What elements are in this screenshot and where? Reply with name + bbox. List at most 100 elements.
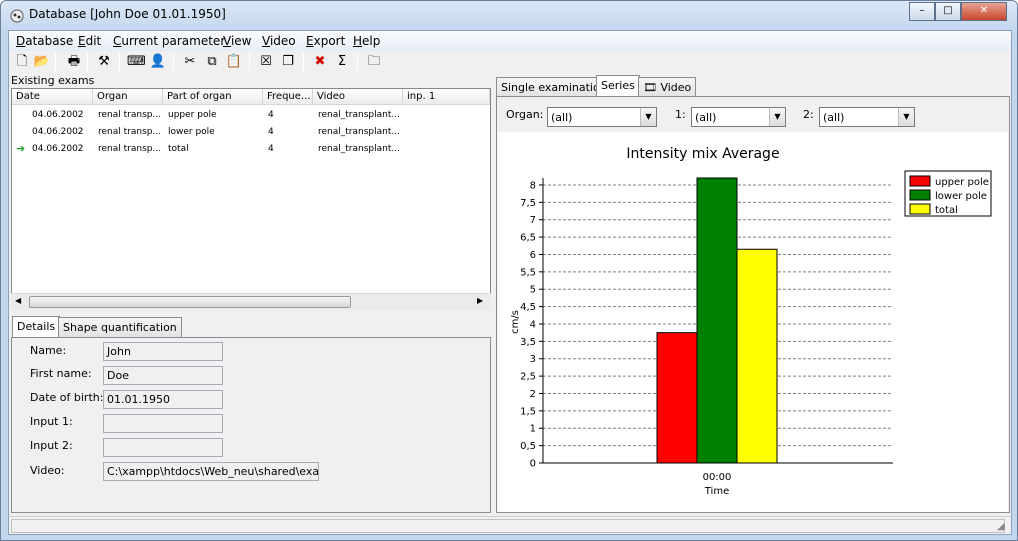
user-icon[interactable]: 👤	[149, 53, 167, 71]
legend-swatch	[909, 189, 931, 201]
y-tick-label: 4,5	[520, 302, 536, 313]
y-tick-label: 4	[530, 319, 536, 330]
new-file-icon[interactable]: 🗋	[13, 53, 31, 71]
video-film-icon: 🎞	[643, 81, 657, 94]
title-bar[interactable]: Database [John Doe 01.01.1950] – □ ✕	[1, 1, 1017, 30]
chevron-down-icon[interactable]: ▼	[769, 108, 785, 126]
scroll-right-icon[interactable]: ▶	[477, 296, 483, 305]
toolbar-separator	[55, 53, 56, 71]
tools-icon[interactable]: ⚒	[95, 53, 113, 71]
bar-total	[736, 248, 778, 464]
cell-video: renal_transplant...	[318, 144, 400, 154]
input-1-field[interactable]	[103, 414, 223, 433]
column-input-1[interactable]: inp. 1	[403, 89, 490, 105]
series-chart: Intensity mix Average 0 0,5 1 1,5 2 2,5 3 3,5 4 4…	[498, 132, 1008, 512]
scroll-left-icon[interactable]: ◀	[15, 296, 21, 305]
menu-help[interactable]: Help	[353, 34, 380, 48]
series-panel: Organ: (all) ▼ 1: (all) ▼ 2: (all) ▼ Int…	[496, 96, 1010, 513]
app-icon	[10, 9, 24, 23]
tab-video[interactable]: 🎞 Video	[638, 77, 697, 97]
bar-lower-pole	[696, 177, 738, 464]
y-tick-label: 1	[530, 424, 536, 435]
copy-icon[interactable]: ⧉	[203, 53, 221, 71]
menu-database[interactable]: Database	[16, 34, 73, 48]
chevron-down-icon[interactable]: ▼	[898, 108, 914, 126]
cut-icon[interactable]: ✂	[181, 53, 199, 71]
column-part-of-organ[interactable]: Part of organ	[163, 89, 263, 105]
table-row[interactable]: ➔ 04.06.2002 renal transp... total 4 ren…	[12, 141, 490, 157]
status-pane	[11, 519, 1005, 533]
minimize-button[interactable]: –	[909, 2, 935, 21]
video-path-field[interactable]: C:\xampp\htdocs\Web_neu\shared\exampl	[103, 462, 319, 481]
table-row[interactable]: 04.06.2002 renal transp... lower pole 4 …	[12, 124, 490, 140]
delete-box-icon[interactable]: ☒	[257, 53, 275, 71]
chart-legend: upper pole lower pole total	[904, 170, 992, 217]
legend-label: total	[935, 205, 958, 216]
first-name-label: First name:	[30, 367, 92, 380]
filter-2-select[interactable]: (all) ▼	[819, 107, 915, 127]
cell-frequency: 4	[268, 144, 274, 154]
legend-label: lower pole	[935, 191, 987, 202]
maximize-button[interactable]: □	[935, 2, 961, 21]
name-field[interactable]: John	[103, 342, 223, 361]
y-tick-label: 2	[530, 389, 536, 400]
cell-organ: renal transp...	[98, 127, 160, 137]
tab-series[interactable]: Series	[596, 75, 640, 97]
column-video[interactable]: Video	[313, 89, 403, 105]
filter-1-select[interactable]: (all) ▼	[691, 107, 786, 127]
filter-2-value: (all)	[823, 111, 845, 124]
table-row[interactable]: 04.06.2002 renal transp... upper pole 4 …	[12, 107, 490, 123]
y-axis-label: cm/s	[510, 310, 521, 334]
window-icon[interactable]: ❐	[279, 53, 297, 71]
first-name-field[interactable]: Doe	[103, 366, 223, 385]
y-tick-label: 1,5	[520, 406, 536, 417]
existing-exams-label: Existing exams	[11, 74, 95, 87]
resize-grip-icon[interactable]: ◢	[997, 521, 1005, 532]
menu-export[interactable]: Export	[306, 34, 345, 48]
menu-current-parameter[interactable]: Current parameter	[113, 34, 225, 48]
legend-swatch	[909, 175, 931, 187]
cell-date: 04.06.2002	[32, 127, 84, 137]
details-panel: Name: John First name: Doe Date of birth…	[11, 337, 491, 513]
bar-upper-pole	[656, 332, 698, 464]
organ-select-value: (all)	[551, 111, 573, 124]
scroll-thumb[interactable]	[29, 296, 351, 308]
paste-icon[interactable]: 📋	[225, 53, 243, 71]
filter-2-label: 2:	[803, 108, 814, 121]
menu-edit[interactable]: Edit	[78, 34, 101, 48]
filter-1-label: 1:	[675, 108, 686, 121]
y-tick-label: 8	[530, 180, 536, 191]
y-tick-label: 7	[530, 215, 536, 226]
x-axis-label: Time	[704, 486, 729, 497]
column-organ[interactable]: Organ	[93, 89, 163, 105]
column-date[interactable]: Date	[12, 89, 93, 105]
date-of-birth-field[interactable]: 01.01.1950	[103, 390, 223, 409]
exams-list[interactable]: Date Organ Part of organ Freque... Video…	[11, 88, 491, 310]
tab-shape-quantification[interactable]: Shape quantification	[58, 317, 182, 337]
delete-x-icon[interactable]: ✖	[311, 53, 329, 71]
folder-icon[interactable]: 🗀	[365, 53, 383, 71]
print-icon[interactable]: 🖶	[65, 53, 83, 71]
cell-part: lower pole	[168, 127, 215, 137]
close-button[interactable]: ✕	[961, 2, 1007, 21]
menu-view[interactable]: View	[223, 34, 251, 48]
cell-part: upper pole	[168, 110, 217, 120]
tab-single-examination[interactable]: Single examination	[496, 77, 612, 97]
tab-video-label: Video	[660, 81, 692, 94]
input-2-field[interactable]	[103, 438, 223, 457]
toolbar-separator	[87, 53, 88, 71]
sum-icon[interactable]: Σ	[333, 53, 351, 71]
organ-select[interactable]: (all) ▼	[547, 107, 657, 127]
column-frequency[interactable]: Freque...	[263, 89, 313, 105]
keyboard-icon[interactable]: ⌨	[127, 53, 146, 71]
horizontal-scrollbar[interactable]: ◀ ▶	[11, 293, 491, 310]
open-folder-icon[interactable]: 📂	[33, 53, 51, 71]
video-label: Video:	[30, 464, 65, 477]
x-tick-label: 00:00	[703, 472, 732, 483]
tab-details[interactable]: Details	[12, 316, 61, 338]
y-tick-label: 3	[530, 354, 536, 365]
menu-video[interactable]: Video	[262, 34, 296, 48]
y-tick-label: 0	[530, 459, 536, 470]
cell-organ: renal transp...	[98, 144, 160, 154]
chevron-down-icon[interactable]: ▼	[640, 108, 656, 126]
